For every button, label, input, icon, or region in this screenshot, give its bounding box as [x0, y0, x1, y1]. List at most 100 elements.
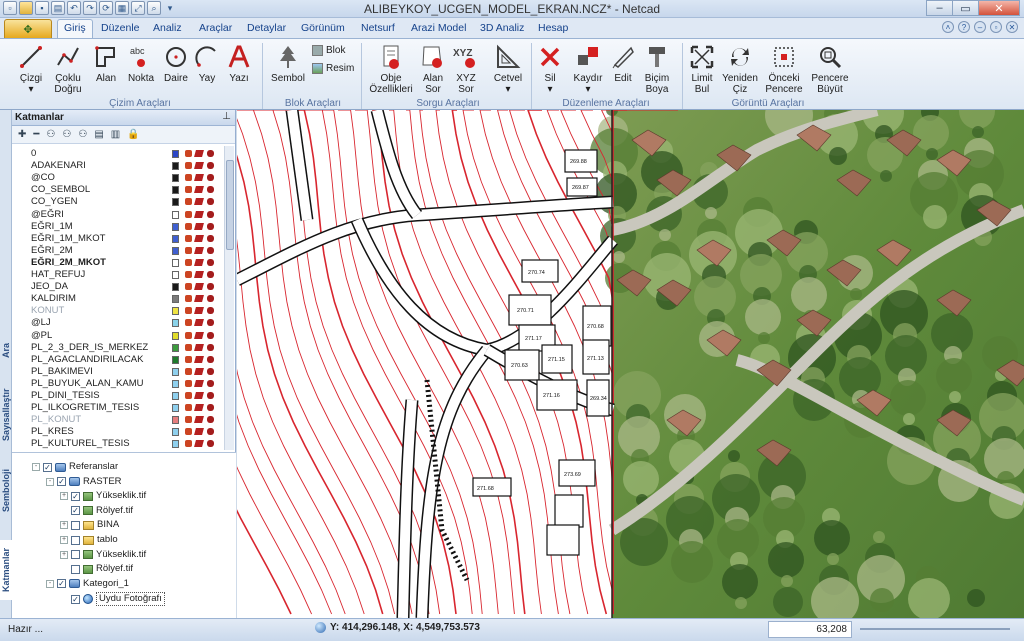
zoom-scale-field[interactable]: 63,208: [768, 621, 852, 638]
layer-visibility-icon[interactable]: [185, 392, 192, 399]
help-icon[interactable]: ?: [958, 21, 970, 33]
map-canvas[interactable]: 269.88 269.87 270.74 270.71 271.17 270.63 271.…: [237, 110, 1024, 618]
layer-color-swatch[interactable]: [172, 150, 179, 158]
layer-visibility-icon[interactable]: [185, 222, 192, 230]
layer-color-swatch[interactable]: [172, 234, 179, 243]
tree-checkbox[interactable]: ✓: [57, 579, 66, 589]
layer-color-swatch[interactable]: [172, 319, 179, 328]
tab-giris[interactable]: Giriş: [57, 19, 93, 38]
layer-freeze-icon[interactable]: [194, 246, 204, 254]
edit-button[interactable]: Edit: [609, 43, 637, 84]
layer-row[interactable]: @LJ: [12, 317, 218, 329]
expand-toggle-icon[interactable]: -: [46, 477, 54, 486]
layer-color-swatch[interactable]: [172, 198, 179, 207]
layer-visibility-icon[interactable]: [185, 331, 192, 339]
layer-visibility-icon[interactable]: [185, 283, 192, 291]
layer-visibility-icon[interactable]: [185, 162, 192, 170]
layer-row[interactable]: PL_DINI_TESIS: [12, 390, 218, 402]
yeniden-ciz-button[interactable]: Yeniden Çiz: [722, 43, 758, 95]
layer-freeze-icon[interactable]: [194, 271, 204, 278]
layer-color-swatch[interactable]: [172, 440, 179, 449]
layer-lock-icon[interactable]: [207, 343, 214, 351]
tab-detaylar[interactable]: Detaylar: [247, 22, 286, 34]
tree-checkbox[interactable]: ✓: [57, 477, 66, 487]
layer-visibility-icon[interactable]: [185, 150, 192, 157]
tab-netsurf[interactable]: Netsurf: [361, 22, 395, 34]
layer-row[interactable]: KONUT: [12, 305, 218, 317]
layer-color-swatch[interactable]: [172, 416, 179, 425]
layer-lock-icon[interactable]: [207, 428, 214, 436]
layer-color-swatch[interactable]: [172, 379, 179, 388]
maximize-button[interactable]: ▭: [952, 0, 979, 16]
layer-visibility-icon[interactable]: [185, 258, 192, 266]
layer-color-swatch[interactable]: [172, 404, 179, 413]
layer-color-swatch[interactable]: [172, 331, 179, 340]
layer-color-swatch[interactable]: [172, 295, 179, 304]
tree-checkbox[interactable]: [71, 535, 80, 545]
layer-off-icon[interactable]: ⚇: [62, 129, 71, 140]
layer-visibility-icon[interactable]: [185, 210, 192, 218]
layer-row[interactable]: EĞRI_1M_MKOT: [12, 233, 218, 245]
bicim-boya-button[interactable]: Biçim Boya: [640, 43, 674, 95]
layer-row[interactable]: EĞRI_2M_MKOT: [12, 257, 218, 269]
layer-row[interactable]: PL_2_3_DER_IS_MERKEZ: [12, 342, 218, 354]
application-menu-button[interactable]: ✥: [4, 19, 52, 38]
tab-arazi-model[interactable]: Arazi Model: [411, 22, 466, 34]
layer-visibility-icon[interactable]: [185, 198, 192, 206]
nokta-button[interactable]: abc Nokta: [124, 43, 158, 84]
tree-checkbox[interactable]: [71, 564, 80, 574]
layer-freeze-icon[interactable]: [194, 186, 204, 194]
layer-row[interactable]: KALDIRIM: [12, 293, 218, 305]
alan-button[interactable]: Alan: [90, 43, 122, 84]
tree-node[interactable]: ✓ Rölyef.tif: [60, 505, 133, 517]
tree-checkbox[interactable]: ✓: [71, 506, 80, 516]
layer-color-swatch[interactable]: [172, 186, 179, 195]
layer-lock-icon[interactable]: [207, 307, 214, 315]
layer-visibility-icon[interactable]: [185, 295, 192, 303]
layer-row[interactable]: PL_KONUT: [12, 414, 218, 426]
layer-color-swatch[interactable]: [172, 258, 179, 267]
tab-araclar[interactable]: Araçlar: [199, 22, 232, 34]
expand-toggle-icon[interactable]: +: [60, 492, 68, 501]
layer-row[interactable]: ADAKENARI: [12, 160, 218, 172]
layer-lock-icon[interactable]: [207, 174, 214, 182]
layer-color-swatch[interactable]: [172, 246, 179, 255]
layer-lock-icon[interactable]: [207, 258, 214, 266]
layer-lock-icon[interactable]: [207, 246, 214, 254]
layer-freeze-icon[interactable]: [194, 283, 204, 291]
expand-toggle-icon[interactable]: +: [60, 550, 68, 559]
tree-node[interactable]: + ✓ Yükseklik.tif: [60, 490, 146, 502]
tab-analiz[interactable]: Analiz: [153, 22, 182, 34]
close-button[interactable]: ✕: [978, 0, 1020, 16]
layer-freeze-icon[interactable]: [194, 392, 204, 399]
layer-freeze-icon[interactable]: [194, 295, 204, 303]
layer-color-swatch[interactable]: [172, 210, 179, 219]
layer-lock-icon[interactable]: [207, 186, 214, 194]
layer-lock-icon[interactable]: [207, 355, 214, 363]
expand-toggle-icon[interactable]: +: [60, 521, 68, 530]
kaydir-button[interactable]: Kaydır ▾: [570, 43, 606, 95]
layer-list-scrollbar[interactable]: [224, 146, 234, 450]
layer-freeze-icon[interactable]: [194, 307, 204, 315]
expand-toggle-icon[interactable]: +: [60, 536, 68, 544]
layer-lock-icon[interactable]: 🔒: [127, 129, 139, 140]
layer-lock-icon[interactable]: [207, 222, 214, 230]
layer-freeze-icon[interactable]: [194, 355, 204, 363]
layer-freeze-icon[interactable]: [194, 428, 204, 436]
cetvel-button[interactable]: Cetvel ▾: [490, 43, 526, 95]
layer-row[interactable]: 0: [12, 148, 218, 160]
layer-freeze-icon[interactable]: [194, 440, 204, 448]
layer-row[interactable]: JEO_DA: [12, 281, 218, 293]
layer-lock-icon[interactable]: [207, 440, 214, 448]
limit-bul-button[interactable]: Limit Bul: [686, 43, 718, 95]
layer-lock-icon[interactable]: [207, 150, 214, 157]
sembol-button[interactable]: Sembol: [268, 43, 308, 84]
coklu-dogru-button[interactable]: Çoklu Doğru: [50, 43, 86, 95]
tree-checkbox[interactable]: [71, 550, 80, 560]
layer-row[interactable]: @CO: [12, 172, 218, 184]
layer-color-swatch[interactable]: [172, 343, 179, 352]
scrollbar-thumb[interactable]: [226, 160, 234, 250]
resim-button[interactable]: Resim: [312, 63, 354, 74]
tree-node[interactable]: + tablo: [60, 534, 118, 546]
layer-lock-icon[interactable]: [207, 162, 214, 170]
